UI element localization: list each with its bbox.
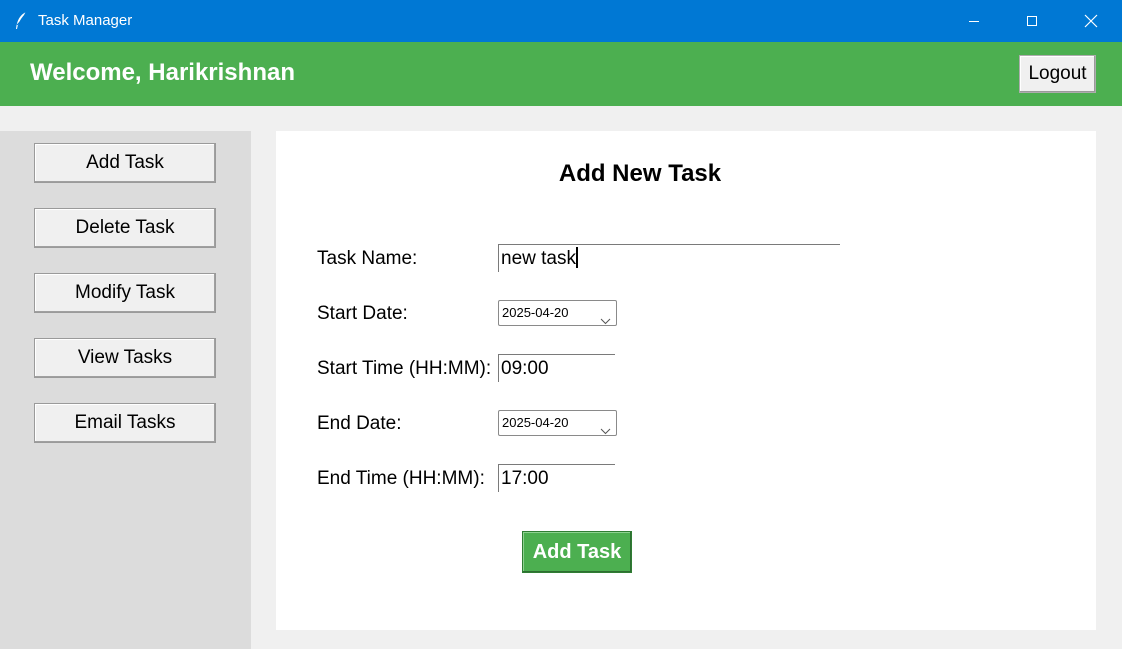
end-time-label: End Time (HH:MM): bbox=[317, 468, 485, 489]
sidebar-item-add-task[interactable]: Add Task bbox=[34, 143, 216, 183]
close-button[interactable] bbox=[1062, 0, 1120, 42]
logout-button[interactable]: Logout bbox=[1019, 55, 1096, 93]
window-title: Task Manager bbox=[38, 12, 133, 29]
chevron-down-icon bbox=[600, 309, 611, 333]
feather-icon bbox=[14, 11, 28, 31]
sidebar: Add Task Delete Task Modify Task View Ta… bbox=[0, 131, 251, 649]
form-title: Add New Task bbox=[558, 160, 722, 187]
chevron-down-icon bbox=[600, 419, 611, 443]
close-icon bbox=[1084, 14, 1098, 28]
start-time-label: Start Time (HH:MM): bbox=[317, 358, 492, 379]
add-task-button[interactable]: Add Task bbox=[522, 531, 632, 573]
maximize-icon bbox=[1026, 15, 1038, 27]
sidebar-item-view-tasks[interactable]: View Tasks bbox=[34, 338, 216, 378]
minimize-button[interactable] bbox=[945, 0, 1003, 42]
start-date-picker[interactable]: 2025-04-20 bbox=[498, 300, 617, 326]
sidebar-item-modify-task[interactable]: Modify Task bbox=[34, 273, 216, 313]
end-time-input[interactable]: 17:00 bbox=[498, 464, 615, 492]
sidebar-item-delete-task[interactable]: Delete Task bbox=[34, 208, 216, 248]
window-titlebar: Task Manager bbox=[0, 0, 1122, 42]
maximize-button[interactable] bbox=[1003, 0, 1061, 42]
task-name-input[interactable]: new task bbox=[498, 244, 840, 272]
welcome-message: Welcome, Harikrishnan bbox=[30, 59, 295, 86]
start-date-label: Start Date: bbox=[317, 303, 408, 324]
add-task-form: Add New Task Task Name: new task Start D… bbox=[276, 131, 1096, 630]
sidebar-item-email-tasks[interactable]: Email Tasks bbox=[34, 403, 216, 443]
end-date-picker[interactable]: 2025-04-20 bbox=[498, 410, 617, 436]
task-name-label: Task Name: bbox=[317, 248, 418, 269]
end-date-value: 2025-04-20 bbox=[502, 415, 569, 430]
minimize-icon bbox=[968, 15, 980, 27]
app-header: Welcome, Harikrishnan Logout bbox=[0, 42, 1122, 106]
start-time-input[interactable]: 09:00 bbox=[498, 354, 615, 382]
end-date-label: End Date: bbox=[317, 413, 402, 434]
text-caret bbox=[575, 246, 578, 268]
start-date-value: 2025-04-20 bbox=[502, 305, 569, 320]
task-name-value: new task bbox=[501, 248, 576, 269]
